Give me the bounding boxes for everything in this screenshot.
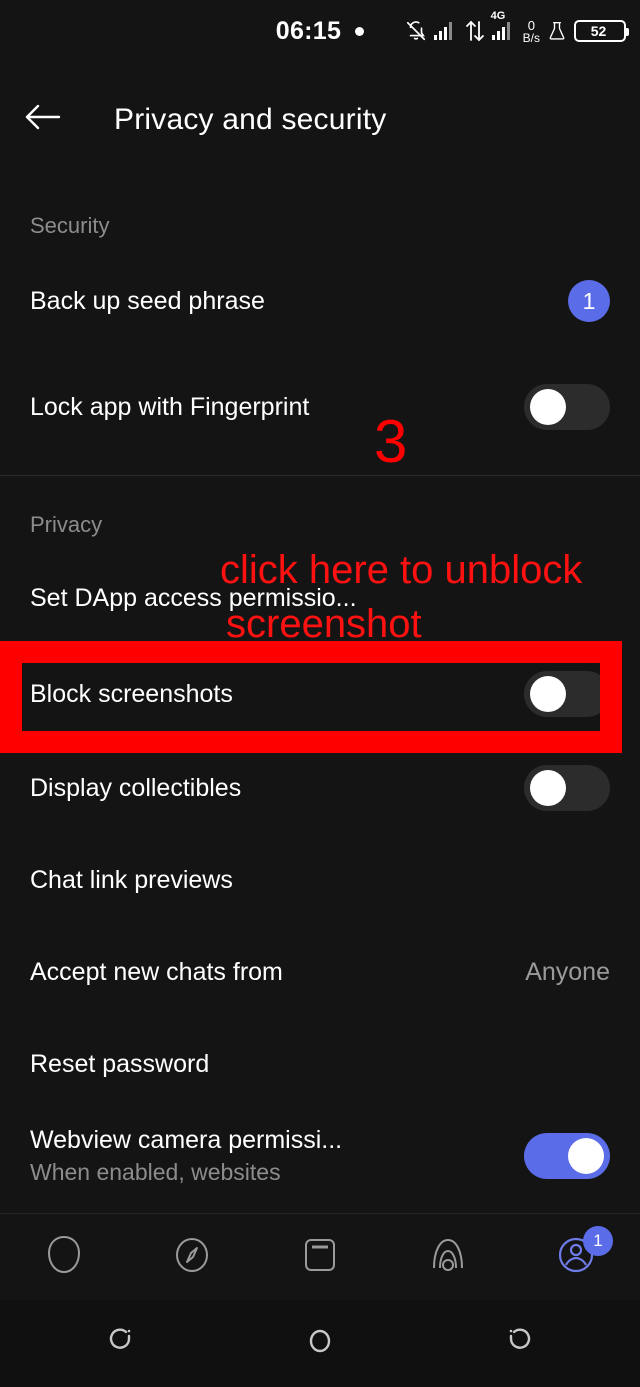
- battery-percent-label: 52: [590, 23, 607, 39]
- row-subtitle: When enabled, websites: [30, 1159, 281, 1185]
- toggle-knob: [530, 389, 566, 425]
- settings-list: Security Back up seed phrase 1 Lock app …: [0, 177, 640, 1202]
- row-display-collectibles[interactable]: Display collectibles: [0, 742, 640, 834]
- row-title: Display collectibles: [30, 773, 242, 802]
- data-transfer-icon: [465, 20, 485, 42]
- row-accept-new-chats-from[interactable]: Accept new chats from Anyone: [0, 926, 640, 1018]
- system-navigation-bar: [0, 1300, 640, 1387]
- row-title: Back up seed phrase: [30, 286, 265, 315]
- data-rate-indicator: 0 B/s: [523, 19, 540, 44]
- row-webview-camera-permissions[interactable]: Webview camera permissi... When enabled,…: [0, 1110, 640, 1202]
- toggle-knob: [568, 1138, 604, 1174]
- row-title: Accept new chats from: [30, 957, 283, 986]
- row-chat-link-previews[interactable]: Chat link previews: [0, 834, 640, 926]
- row-left: Lock app with Fingerprint: [30, 393, 309, 422]
- toggle-knob: [530, 770, 566, 806]
- network-type-label: 4G: [490, 10, 506, 22]
- toggle-lock-app-fingerprint[interactable]: [524, 384, 610, 430]
- row-title: Webview camera permissi...: [30, 1126, 343, 1154]
- dot-indicator-icon: [355, 26, 365, 36]
- row-left: Webview camera permissi... When enabled,…: [30, 1126, 342, 1186]
- annotation-instruction-line1: click here to unblock: [220, 548, 583, 592]
- row-left: Accept new chats from: [30, 958, 283, 987]
- chat-bubble-icon: [44, 1234, 84, 1281]
- signal-bars-icon: [433, 21, 458, 41]
- row-title: Chat link previews: [30, 865, 233, 894]
- 4g-signal-icon: 4G: [491, 10, 516, 41]
- phone-screen: 06:15 4G 0 B/s 52 Privacy and security S…: [0, 0, 640, 1387]
- communities-icon: [428, 1234, 468, 1281]
- nav-item-chats[interactable]: [19, 1214, 109, 1301]
- bottom-navigation-bar: 1: [0, 1213, 640, 1300]
- back-arrow-icon: [22, 102, 62, 137]
- status-bar: 06:15 4G 0 B/s 52: [0, 0, 640, 62]
- back-button[interactable]: [22, 102, 92, 137]
- nav-item-wallet[interactable]: [275, 1214, 365, 1301]
- toggle-display-collectibles[interactable]: [524, 765, 610, 811]
- back-button-system[interactable]: [495, 1319, 545, 1369]
- back-icon: [503, 1324, 537, 1363]
- home-button[interactable]: [295, 1319, 345, 1369]
- home-icon: [303, 1324, 337, 1363]
- section-label-privacy: Privacy: [30, 512, 103, 537]
- status-badge: 1: [568, 280, 610, 322]
- row-title: Lock app with Fingerprint: [30, 392, 310, 421]
- status-bar-right: 4G 0 B/s 52: [405, 0, 629, 62]
- status-bar-clock: 06:15: [275, 16, 342, 45]
- row-back-up-seed-phrase[interactable]: Back up seed phrase 1: [0, 255, 640, 347]
- row-block-screenshots[interactable]: Block screenshots: [0, 648, 640, 740]
- wallet-icon: [302, 1234, 338, 1281]
- nav-item-communities[interactable]: [403, 1214, 493, 1301]
- page-title: Privacy and security: [114, 102, 387, 136]
- toggle-webview-camera-permissions[interactable]: [524, 1133, 610, 1179]
- nav-item-profile[interactable]: 1: [531, 1214, 621, 1301]
- app-header: Privacy and security: [0, 62, 640, 177]
- compass-browser-icon: [172, 1234, 212, 1281]
- recents-button[interactable]: [95, 1319, 145, 1369]
- row-value: Anyone: [525, 957, 610, 986]
- row-left: Back up seed phrase: [30, 287, 265, 316]
- row-left: Block screenshots: [30, 680, 233, 709]
- row-title: Reset password: [30, 1049, 210, 1078]
- row-lock-app-with-fingerprint[interactable]: Lock app with Fingerprint: [0, 361, 640, 453]
- section-label-security: Security: [30, 213, 110, 238]
- row-reset-password[interactable]: Reset password: [0, 1018, 640, 1110]
- nav-profile-badge: 1: [583, 1225, 613, 1256]
- annotation-instruction-line2: screenshot: [226, 602, 422, 646]
- toggle-knob: [530, 676, 566, 712]
- data-rate-unit: B/s: [522, 30, 540, 45]
- flask-icon: [547, 20, 567, 42]
- notifications-off-icon: [405, 20, 427, 42]
- row-left: Reset password: [30, 1050, 209, 1079]
- annotation-step-number: 3: [374, 408, 408, 475]
- row-left: Chat link previews: [30, 866, 233, 895]
- row-title: Block screenshots: [30, 679, 233, 708]
- toggle-block-screenshots[interactable]: [524, 671, 610, 717]
- nav-item-browser[interactable]: [147, 1214, 237, 1301]
- data-rate-value: 0: [527, 17, 535, 33]
- battery-icon: 52: [574, 20, 629, 42]
- row-left: Display collectibles: [30, 774, 241, 803]
- recents-icon: [103, 1324, 137, 1363]
